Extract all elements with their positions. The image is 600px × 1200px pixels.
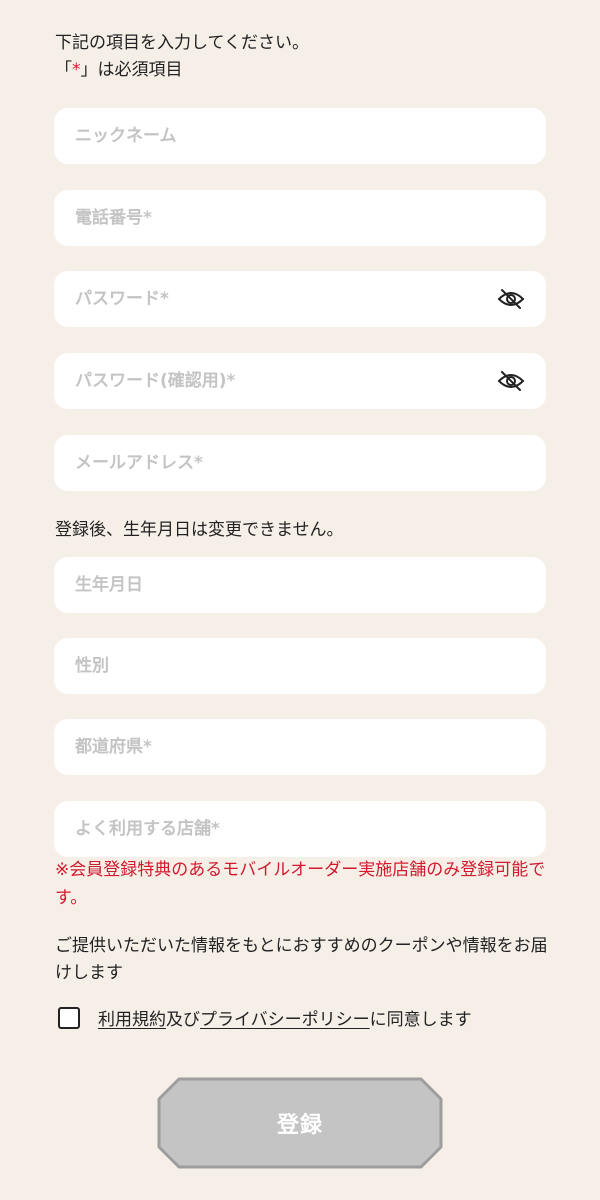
form-instructions: 下記の項目を入力してください。 「*」は必須項目: [55, 30, 309, 84]
eye-off-icon[interactable]: [496, 287, 526, 311]
prefecture-select[interactable]: [75, 719, 526, 775]
terms-link[interactable]: 利用規約: [98, 1005, 166, 1030]
birthdate-field[interactable]: [54, 557, 546, 613]
register-button-label[interactable]: 登録: [157, 1077, 443, 1169]
info-note: ご提供いただいた情報をもとにおすすめのクーポンや情報をお届けします: [55, 936, 548, 983]
gender-field[interactable]: [54, 638, 546, 694]
birthdate-note: 登録後、生年月日は変更できません。: [55, 520, 344, 540]
consent-and-text: 及び: [166, 1010, 200, 1030]
password-field[interactable]: [54, 271, 546, 327]
phone-field[interactable]: [54, 190, 546, 246]
password-input[interactable]: [75, 271, 496, 327]
consent-checkbox[interactable]: [58, 1006, 80, 1029]
store-select[interactable]: [75, 801, 526, 857]
store-note: ※会員登録特典のあるモバイルオーダー実施店舗のみ登録可能です。: [55, 860, 546, 908]
required-legend: 「*」は必須項目: [55, 57, 309, 84]
required-asterisk: *: [72, 60, 81, 80]
password-confirm-field[interactable]: [54, 353, 546, 409]
store-field[interactable]: [54, 801, 546, 857]
consent-agree-text: に同意します: [369, 1010, 472, 1030]
email-field[interactable]: [54, 435, 546, 491]
nickname-input[interactable]: [75, 108, 526, 164]
email-input[interactable]: [75, 435, 526, 491]
bracket-open: 「: [55, 60, 72, 80]
password-confirm-input[interactable]: [75, 353, 496, 409]
birthdate-input[interactable]: [75, 557, 526, 613]
register-button[interactable]: 登録: [157, 1077, 443, 1169]
gender-select[interactable]: [75, 638, 526, 694]
eye-off-icon[interactable]: [496, 369, 526, 393]
required-legend-text: 」は必須項目: [80, 60, 183, 80]
instruction-text: 下記の項目を入力してください。: [55, 33, 309, 53]
phone-input[interactable]: [75, 190, 526, 246]
consent-row: 利用規約 及び プライバシーポリシー に同意します: [58, 1005, 472, 1030]
prefecture-field[interactable]: [54, 719, 546, 775]
nickname-field[interactable]: [54, 108, 546, 164]
privacy-policy-link[interactable]: プライバシーポリシー: [200, 1005, 370, 1030]
